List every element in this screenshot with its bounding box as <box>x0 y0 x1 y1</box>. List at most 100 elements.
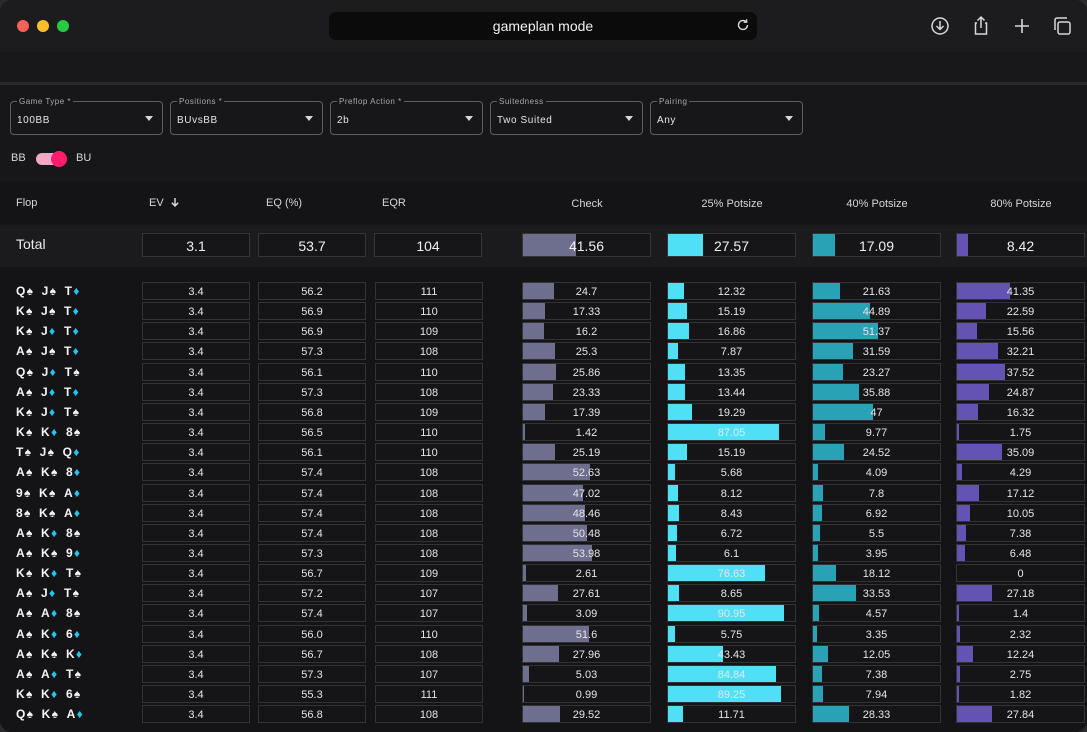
check-value: 17.33 <box>572 306 601 319</box>
zoom-window-button[interactable] <box>57 20 69 32</box>
ev-value: 3.4 <box>188 366 204 379</box>
ev-cell: 3.4 <box>142 564 250 583</box>
bet25-cell: 6.1 <box>667 543 796 562</box>
spade-icon: ♠ <box>25 586 33 601</box>
table-row[interactable]: A♠ K♦ 8♠ 3.4 57.4 108 50.48 6.72 5.5 7.38 <box>0 523 1087 543</box>
card: T♠ <box>66 667 83 681</box>
table-row[interactable]: 8♠ K♠ A♦ 3.4 57.4 108 48.46 8.43 6.92 10.05 <box>0 503 1087 523</box>
table-row[interactable]: K♠ J♠ T♦ 3.4 56.9 110 17.33 15.19 44.89 22.59 <box>0 301 1087 321</box>
table-row[interactable]: T♠ J♠ Q♦ 3.4 56.1 110 25.19 15.19 24.52 35.09 <box>0 442 1087 462</box>
card-rank: K <box>16 566 25 581</box>
bet40-cell: 7.8 <box>812 483 941 502</box>
table-row[interactable]: Q♠ J♦ T♠ 3.4 56.1 110 25.86 13.35 23.27 37.52 <box>0 362 1087 382</box>
bet80-value: 35.09 <box>1006 447 1035 460</box>
col-header-ev[interactable]: EV <box>149 197 180 209</box>
bet25-cell: 43.43 <box>667 644 796 663</box>
bet25-cell: 84.84 <box>667 664 796 683</box>
spade-icon: ♠ <box>25 465 33 480</box>
diamond-icon: ♦ <box>72 344 80 359</box>
table-row[interactable]: K♠ K♦ 8♠ 3.4 56.5 110 1.42 87.05 9.77 1.75 <box>0 422 1087 442</box>
table-row[interactable]: A♠ J♦ T♠ 3.4 57.2 107 27.61 8.65 33.53 27.18 <box>0 583 1087 603</box>
share-icon[interactable] <box>971 15 991 37</box>
table-row[interactable]: A♠ K♠ 8♦ 3.4 57.4 108 52.63 5.68 4.09 4.29 <box>0 462 1087 482</box>
card-rank: A <box>16 465 25 480</box>
check-value: 25.19 <box>572 447 601 460</box>
total-ev-cell: 3.1 <box>142 233 250 257</box>
check-value: 17.39 <box>572 406 601 419</box>
ev-cell: 3.4 <box>142 342 250 361</box>
ev-value: 3.4 <box>188 527 204 540</box>
bet25-value: 6.1 <box>723 547 740 560</box>
check-cell: 48.46 <box>522 503 651 522</box>
eqr-value: 108 <box>419 547 439 560</box>
table-row[interactable]: A♠ J♦ T♦ 3.4 57.3 108 23.33 13.44 35.88 24.87 <box>0 382 1087 402</box>
col-header-bet80[interactable]: 80% Potsize <box>951 198 1087 210</box>
table-row[interactable]: A♠ K♠ K♦ 3.4 56.7 108 27.96 43.43 12.05 12.24 <box>0 644 1087 664</box>
eq-value: 57.3 <box>301 547 323 560</box>
table-row[interactable]: A♠ K♦ 6♦ 3.4 56.0 110 51.6 5.75 3.35 2.32 <box>0 624 1087 644</box>
bet40-cell: 51.37 <box>812 322 941 341</box>
table-row[interactable]: Q♠ K♠ A♦ 3.4 56.8 108 29.52 11.71 28.33 27.84 <box>0 704 1087 724</box>
minimize-window-button[interactable] <box>37 20 49 32</box>
spade-icon: ♠ <box>73 525 81 540</box>
ev-value: 3.4 <box>188 628 204 641</box>
table-row[interactable]: Q♠ J♠ T♦ 3.4 56.2 111 24.7 12.32 21.63 41.35 <box>0 281 1087 301</box>
col-header-check[interactable]: Check <box>517 198 657 210</box>
eq-cell: 56.1 <box>258 443 366 462</box>
game-type-select[interactable]: Game Type * 100BB <box>10 97 163 135</box>
check-value: 27.96 <box>572 648 601 661</box>
positions-select[interactable]: Positions * BUvsBB <box>170 97 323 135</box>
table-row[interactable]: K♠ K♦ T♠ 3.4 56.7 109 2.61 76.63 18.12 0 <box>0 563 1087 583</box>
bet25-cell: 8.12 <box>667 483 796 502</box>
bet40-cell: 28.33 <box>812 705 941 724</box>
card-rank: T <box>64 284 73 298</box>
eqr-cell: 110 <box>375 423 483 442</box>
eq-value: 57.4 <box>301 467 323 480</box>
suitedness-select[interactable]: Suitedness Two Suited <box>490 97 643 135</box>
card-rank: 6 <box>65 626 73 641</box>
table-row[interactable]: A♠ K♠ 9♦ 3.4 57.3 108 53.98 6.1 3.95 6.48 <box>0 543 1087 563</box>
card-rank: K <box>38 485 48 500</box>
eqr-value: 108 <box>419 346 439 359</box>
table-row[interactable]: K♠ K♦ 6♠ 3.4 55.3 111 0.99 89.25 7.94 1.82 <box>0 684 1087 704</box>
eq-cell: 56.8 <box>258 705 366 724</box>
table-row[interactable]: A♠ J♠ T♦ 3.4 57.3 108 25.3 7.87 31.59 32.21 <box>0 341 1087 361</box>
total-bet40-value: 17.09 <box>858 238 895 254</box>
table-row[interactable]: A♠ A♦ T♠ 3.4 57.3 107 5.03 84.84 7.38 2.75 <box>0 664 1087 684</box>
card-rank: 9 <box>16 485 23 500</box>
col-header-eqr[interactable]: EQR <box>382 197 406 209</box>
toggle-right-label: BU <box>76 152 92 164</box>
eqr-cell: 108 <box>375 483 483 502</box>
new-tab-icon[interactable] <box>1012 15 1032 37</box>
flop-cards: A♠ J♦ T♠ <box>16 586 81 600</box>
table-row[interactable]: K♠ J♦ T♦ 3.4 56.9 109 16.2 16.86 51.37 15.56 <box>0 321 1087 341</box>
col-header-bet40[interactable]: 40% Potsize <box>807 198 947 210</box>
table-row[interactable]: K♠ J♦ T♠ 3.4 56.8 109 17.39 19.29 47 16.32 <box>0 402 1087 422</box>
eq-value: 57.3 <box>301 346 323 359</box>
bet25-cell: 12.32 <box>667 282 796 300</box>
address-bar[interactable]: gameplan mode <box>329 12 757 40</box>
tab-overview-icon[interactable] <box>1052 15 1072 37</box>
col-header-flop[interactable]: Flop <box>16 197 37 209</box>
card-rank: T <box>65 666 74 681</box>
pairing-select[interactable]: Pairing Any <box>650 97 803 135</box>
eq-value: 57.3 <box>301 668 323 681</box>
close-window-button[interactable] <box>17 20 29 32</box>
reload-icon[interactable] <box>735 17 751 33</box>
flop-cards: A♠ K♦ 6♦ <box>16 627 82 641</box>
table-row[interactable]: 9♠ K♠ A♦ 3.4 57.4 108 47.02 8.12 7.8 17.12 <box>0 483 1087 503</box>
download-icon[interactable] <box>930 15 950 37</box>
bet25-value: 6.72 <box>720 527 743 540</box>
spade-icon: ♠ <box>73 425 81 440</box>
eq-cell: 56.5 <box>258 423 366 442</box>
table-row[interactable]: A♠ A♦ 8♠ 3.4 57.4 107 3.09 90.95 4.57 1.4 <box>0 603 1087 623</box>
card-rank: J <box>40 586 48 601</box>
col-header-eq[interactable]: EQ (%) <box>266 197 302 209</box>
bet80-value: 2.75 <box>1009 668 1032 681</box>
check-value: 0.99 <box>575 689 598 701</box>
preflop-action-select[interactable]: Preflop Action * 2b <box>330 97 483 135</box>
card-rank: T <box>16 445 24 460</box>
position-toggle-knob[interactable] <box>51 151 67 167</box>
col-header-bet25[interactable]: 25% Potsize <box>662 198 802 210</box>
spade-icon: ♠ <box>48 505 56 520</box>
